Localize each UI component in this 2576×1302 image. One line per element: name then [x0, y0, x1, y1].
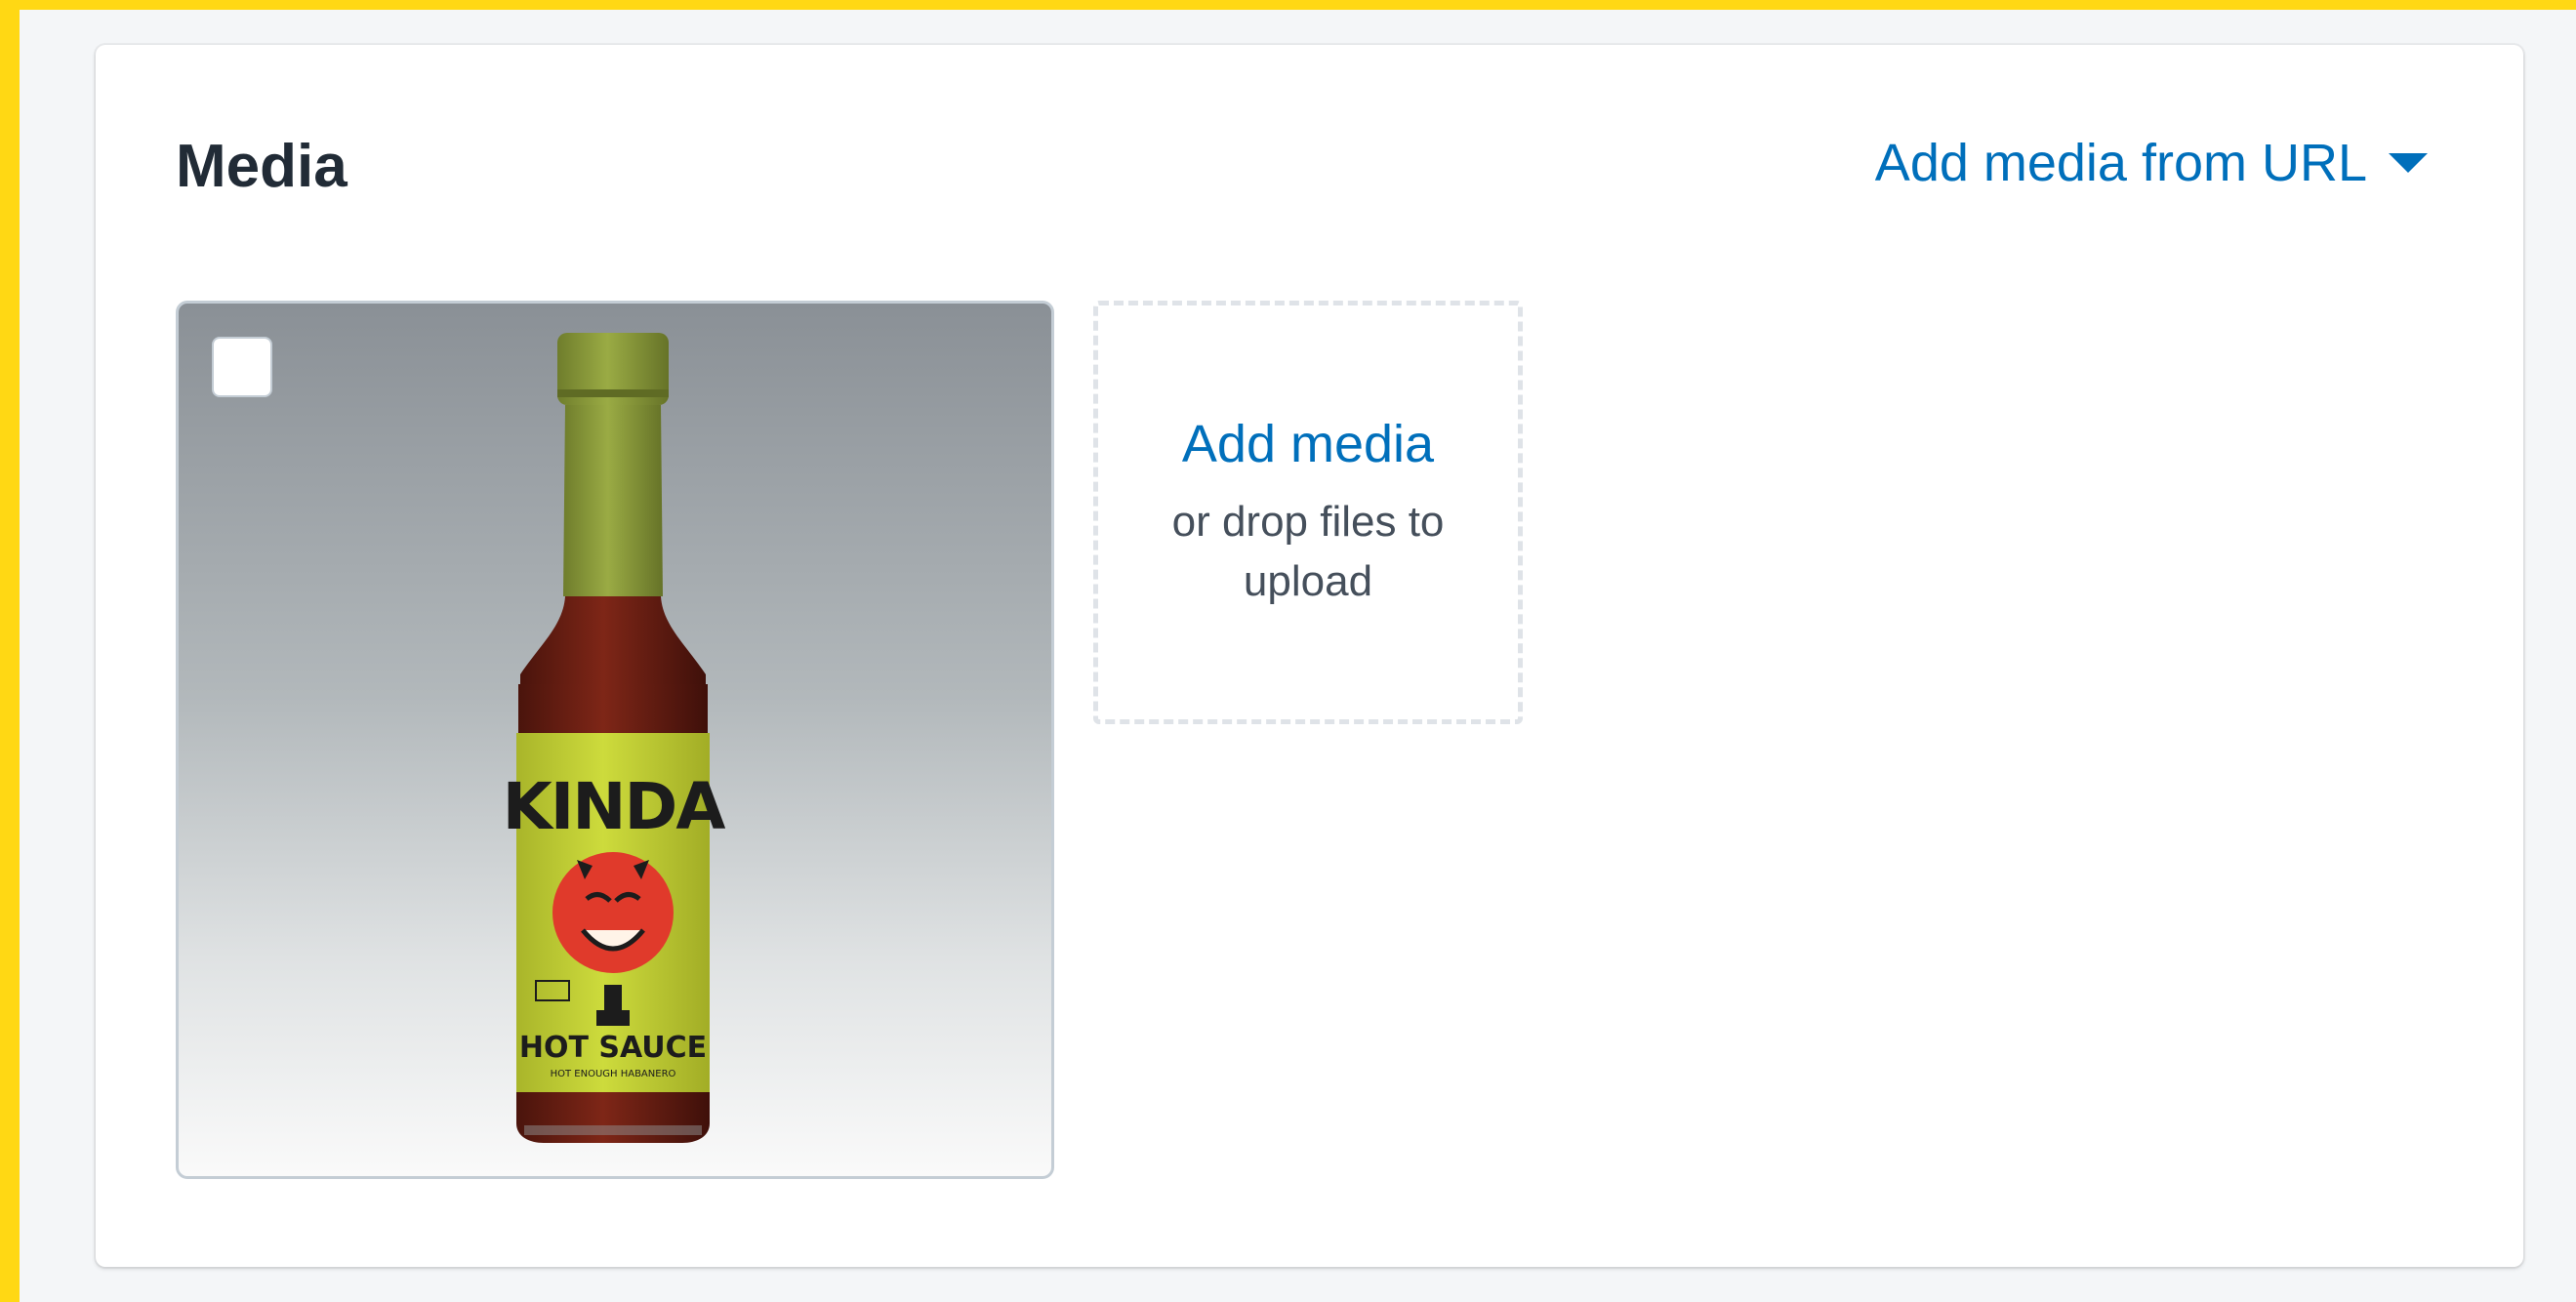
media-thumbnail[interactable]: KINDA HOT SAUCE HOT ENOUGH HABANERO — [176, 301, 1054, 1179]
hot-sauce-bottle-image: KINDA HOT SAUCE HOT ENOUGH HABANERO — [503, 333, 725, 1143]
card-title: Media — [176, 133, 348, 200]
bottle-tagline-art: HOT ENOUGH HABANERO — [551, 1069, 676, 1079]
caret-down-icon — [2389, 153, 2428, 173]
drop-files-hint: or drop files to upload — [1171, 497, 1445, 606]
bottle-brand-art: KINDA — [503, 769, 725, 844]
bottle-subtitle-art: HOT SAUCE — [519, 1031, 707, 1065]
media-dropzone[interactable]: Add media or drop files to upload — [1093, 301, 1523, 724]
media-select-checkbox[interactable] — [212, 337, 272, 397]
media-card: Media Add media from URL KINDA HOT SAUCE… — [96, 45, 2523, 1267]
add-media-from-url-button[interactable]: Add media from URL — [1875, 137, 2428, 189]
add-media-link[interactable]: Add media — [1182, 413, 1434, 476]
add-media-from-url-label: Add media from URL — [1874, 134, 2367, 192]
